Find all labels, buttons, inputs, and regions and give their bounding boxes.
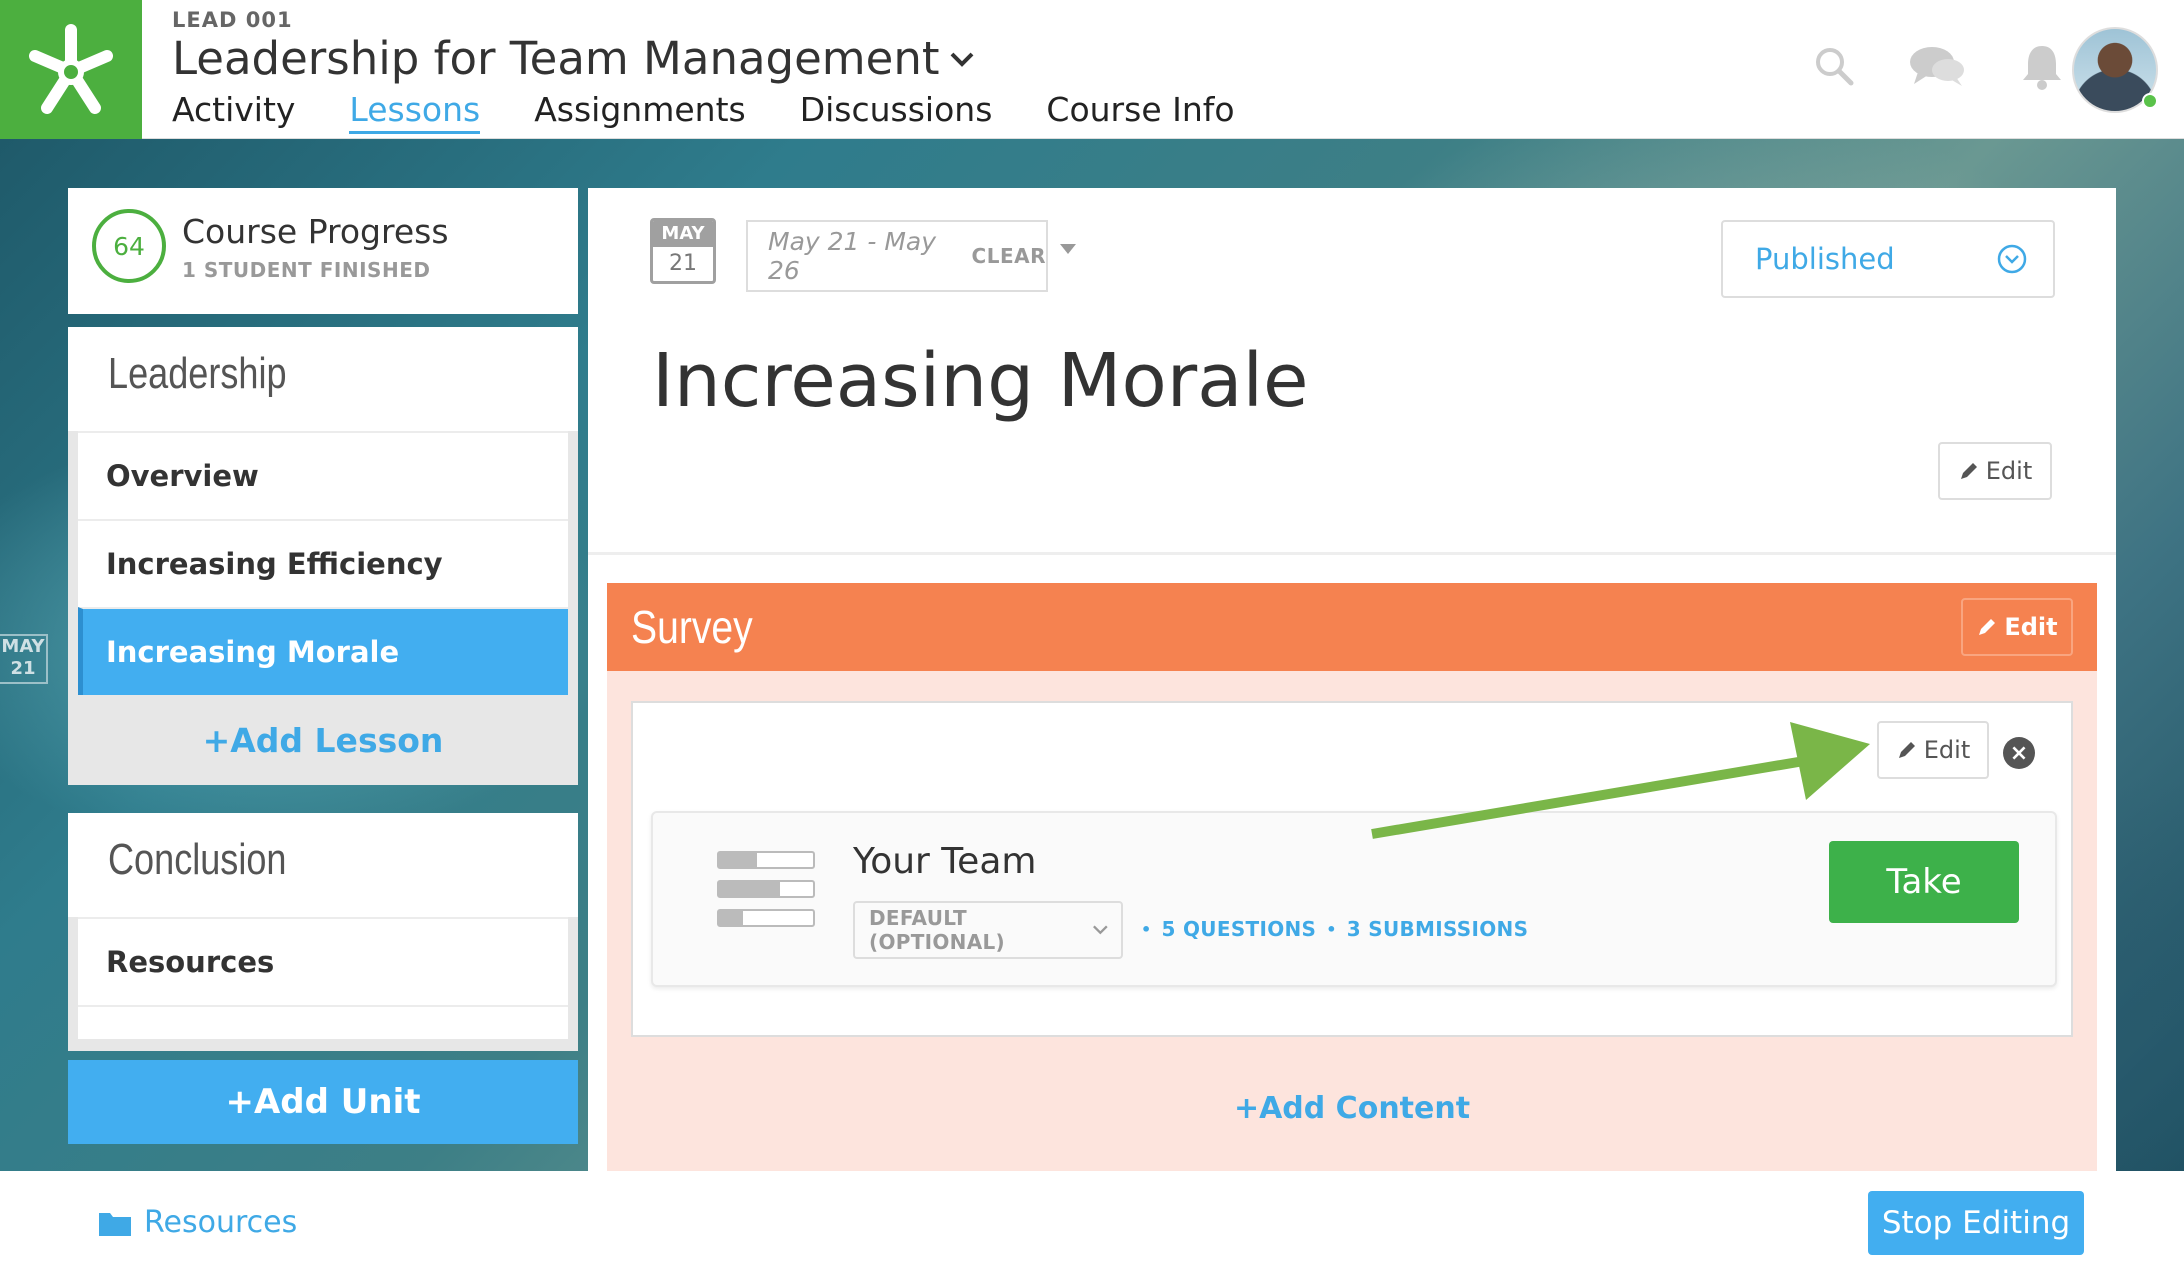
- unit-title[interactable]: Conclusion: [68, 813, 578, 917]
- date-range-text: May 21 - May 26: [768, 227, 937, 285]
- calendar-month: MAY: [653, 221, 713, 247]
- lesson-panel: MAY 21 May 21 - May 26 CLEAR Published I…: [588, 188, 2116, 1173]
- chevron-down-icon: [1093, 925, 1108, 935]
- survey-header: Survey Edit: [607, 583, 2097, 671]
- course-code: LEAD 001: [172, 8, 293, 32]
- lesson-increasing-morale[interactable]: Increasing Morale: [78, 607, 568, 695]
- chevron-down-circle-icon: [1997, 244, 2027, 274]
- lesson-overview[interactable]: Overview: [78, 431, 568, 519]
- date-dropdown-caret-icon[interactable]: [1060, 244, 1076, 254]
- pencil-icon: [1979, 619, 1996, 635]
- resources-label: Resources: [144, 1205, 298, 1240]
- user-avatar[interactable]: [2072, 27, 2158, 113]
- calendar-day: 21: [669, 251, 697, 276]
- submissions-link[interactable]: 3 SUBMISSIONS: [1347, 917, 1529, 941]
- edit-lesson-label: Edit: [1985, 457, 2033, 485]
- survey-content-box: Edit × Your Team DEFAULT (OPTIONAL) • 5 …: [631, 701, 2073, 1037]
- remove-survey-close-icon[interactable]: ×: [2003, 737, 2035, 769]
- bottom-bar: Resources Stop Editing: [0, 1171, 2184, 1270]
- survey-item-title[interactable]: Your Team: [853, 841, 1036, 882]
- edit-survey-section-button[interactable]: Edit: [1961, 598, 2073, 656]
- clear-date-button[interactable]: CLEAR: [972, 244, 1046, 268]
- survey-section: Survey Edit Edit × Your Team DEFAULT (OP…: [607, 583, 2097, 1173]
- progress-subtitle: 1 STUDENT FINISHED: [182, 258, 431, 282]
- course-title: Leadership for Team Management: [172, 32, 940, 85]
- online-status-dot: [2142, 93, 2158, 109]
- bell-icon[interactable]: [2020, 42, 2064, 90]
- tab-assignments[interactable]: Assignments: [534, 90, 746, 134]
- date-range-field[interactable]: May 21 - May 26 CLEAR: [746, 220, 1048, 292]
- add-lesson-button[interactable]: +Add Lesson: [68, 695, 578, 785]
- header-actions: [1814, 42, 2064, 90]
- side-date-month: MAY: [1, 636, 45, 657]
- take-survey-button[interactable]: Take: [1829, 841, 2019, 923]
- course-title-dropdown[interactable]: Leadership for Team Management: [172, 32, 975, 85]
- side-date-marker: MAY 21: [0, 634, 48, 684]
- edit-survey-button[interactable]: Edit: [1877, 721, 1989, 779]
- questions-link[interactable]: 5 QUESTIONS: [1162, 917, 1317, 941]
- publish-status-label: Published: [1755, 242, 1895, 276]
- lesson-partial[interactable]: [78, 1005, 568, 1039]
- app-logo[interactable]: [0, 0, 142, 139]
- section-divider: [588, 552, 2116, 555]
- unit-leadership: Leadership Overview Increasing Efficienc…: [68, 327, 578, 785]
- pencil-icon: [1960, 463, 1977, 479]
- pencil-icon: [1898, 742, 1915, 758]
- resources-link[interactable]: Resources: [98, 1205, 297, 1240]
- publish-status-dropdown[interactable]: Published: [1721, 220, 2055, 298]
- side-date-day: 21: [10, 658, 36, 679]
- unit-conclusion: Conclusion Resources: [68, 813, 578, 1051]
- chat-icon[interactable]: [1908, 44, 1966, 88]
- unit-title-text: Conclusion: [108, 835, 287, 884]
- search-icon[interactable]: [1814, 46, 1854, 86]
- add-content-button[interactable]: +Add Content: [607, 1091, 2097, 1126]
- survey-item-card: Your Team DEFAULT (OPTIONAL) • 5 QUESTIO…: [651, 811, 2057, 987]
- grading-dropdown[interactable]: DEFAULT (OPTIONAL): [853, 901, 1123, 959]
- survey-title: Survey: [631, 601, 753, 653]
- lesson-resources[interactable]: Resources: [78, 917, 568, 1005]
- edit-survey-label: Edit: [2004, 613, 2058, 641]
- chevron-down-icon: [951, 52, 974, 67]
- tab-discussions[interactable]: Discussions: [800, 90, 993, 134]
- calendar-icon[interactable]: MAY 21: [650, 218, 716, 284]
- top-header: LEAD 001 Leadership for Team Management …: [0, 0, 2184, 139]
- edit-lesson-button[interactable]: Edit: [1938, 442, 2052, 500]
- survey-item-meta: • 5 QUESTIONS • 3 SUBMISSIONS: [1141, 917, 1529, 941]
- lesson-title: Increasing Morale: [652, 338, 1309, 424]
- course-progress-card: 64 Course Progress 1 STUDENT FINISHED: [68, 188, 578, 314]
- lesson-increasing-efficiency[interactable]: Increasing Efficiency: [78, 519, 568, 607]
- tab-lessons[interactable]: Lessons: [349, 90, 481, 134]
- edit-survey-box-label: Edit: [1923, 736, 1971, 764]
- unit-title[interactable]: Leadership: [68, 327, 578, 431]
- survey-bars-icon: [717, 851, 815, 938]
- add-unit-button[interactable]: +Add Unit: [68, 1060, 578, 1144]
- progress-ring: 64: [92, 209, 166, 283]
- progress-title: Course Progress: [182, 212, 449, 251]
- grading-dropdown-value: DEFAULT (OPTIONAL): [869, 906, 1005, 954]
- stop-editing-button[interactable]: Stop Editing: [1868, 1191, 2084, 1255]
- folder-icon: [99, 1212, 131, 1236]
- unit-title-text: Leadership: [108, 349, 287, 398]
- tab-course-info[interactable]: Course Info: [1046, 90, 1234, 134]
- tab-activity[interactable]: Activity: [172, 90, 295, 134]
- logo-star-icon: [29, 23, 113, 114]
- course-tabs: Activity Lessons Assignments Discussions…: [172, 90, 1235, 134]
